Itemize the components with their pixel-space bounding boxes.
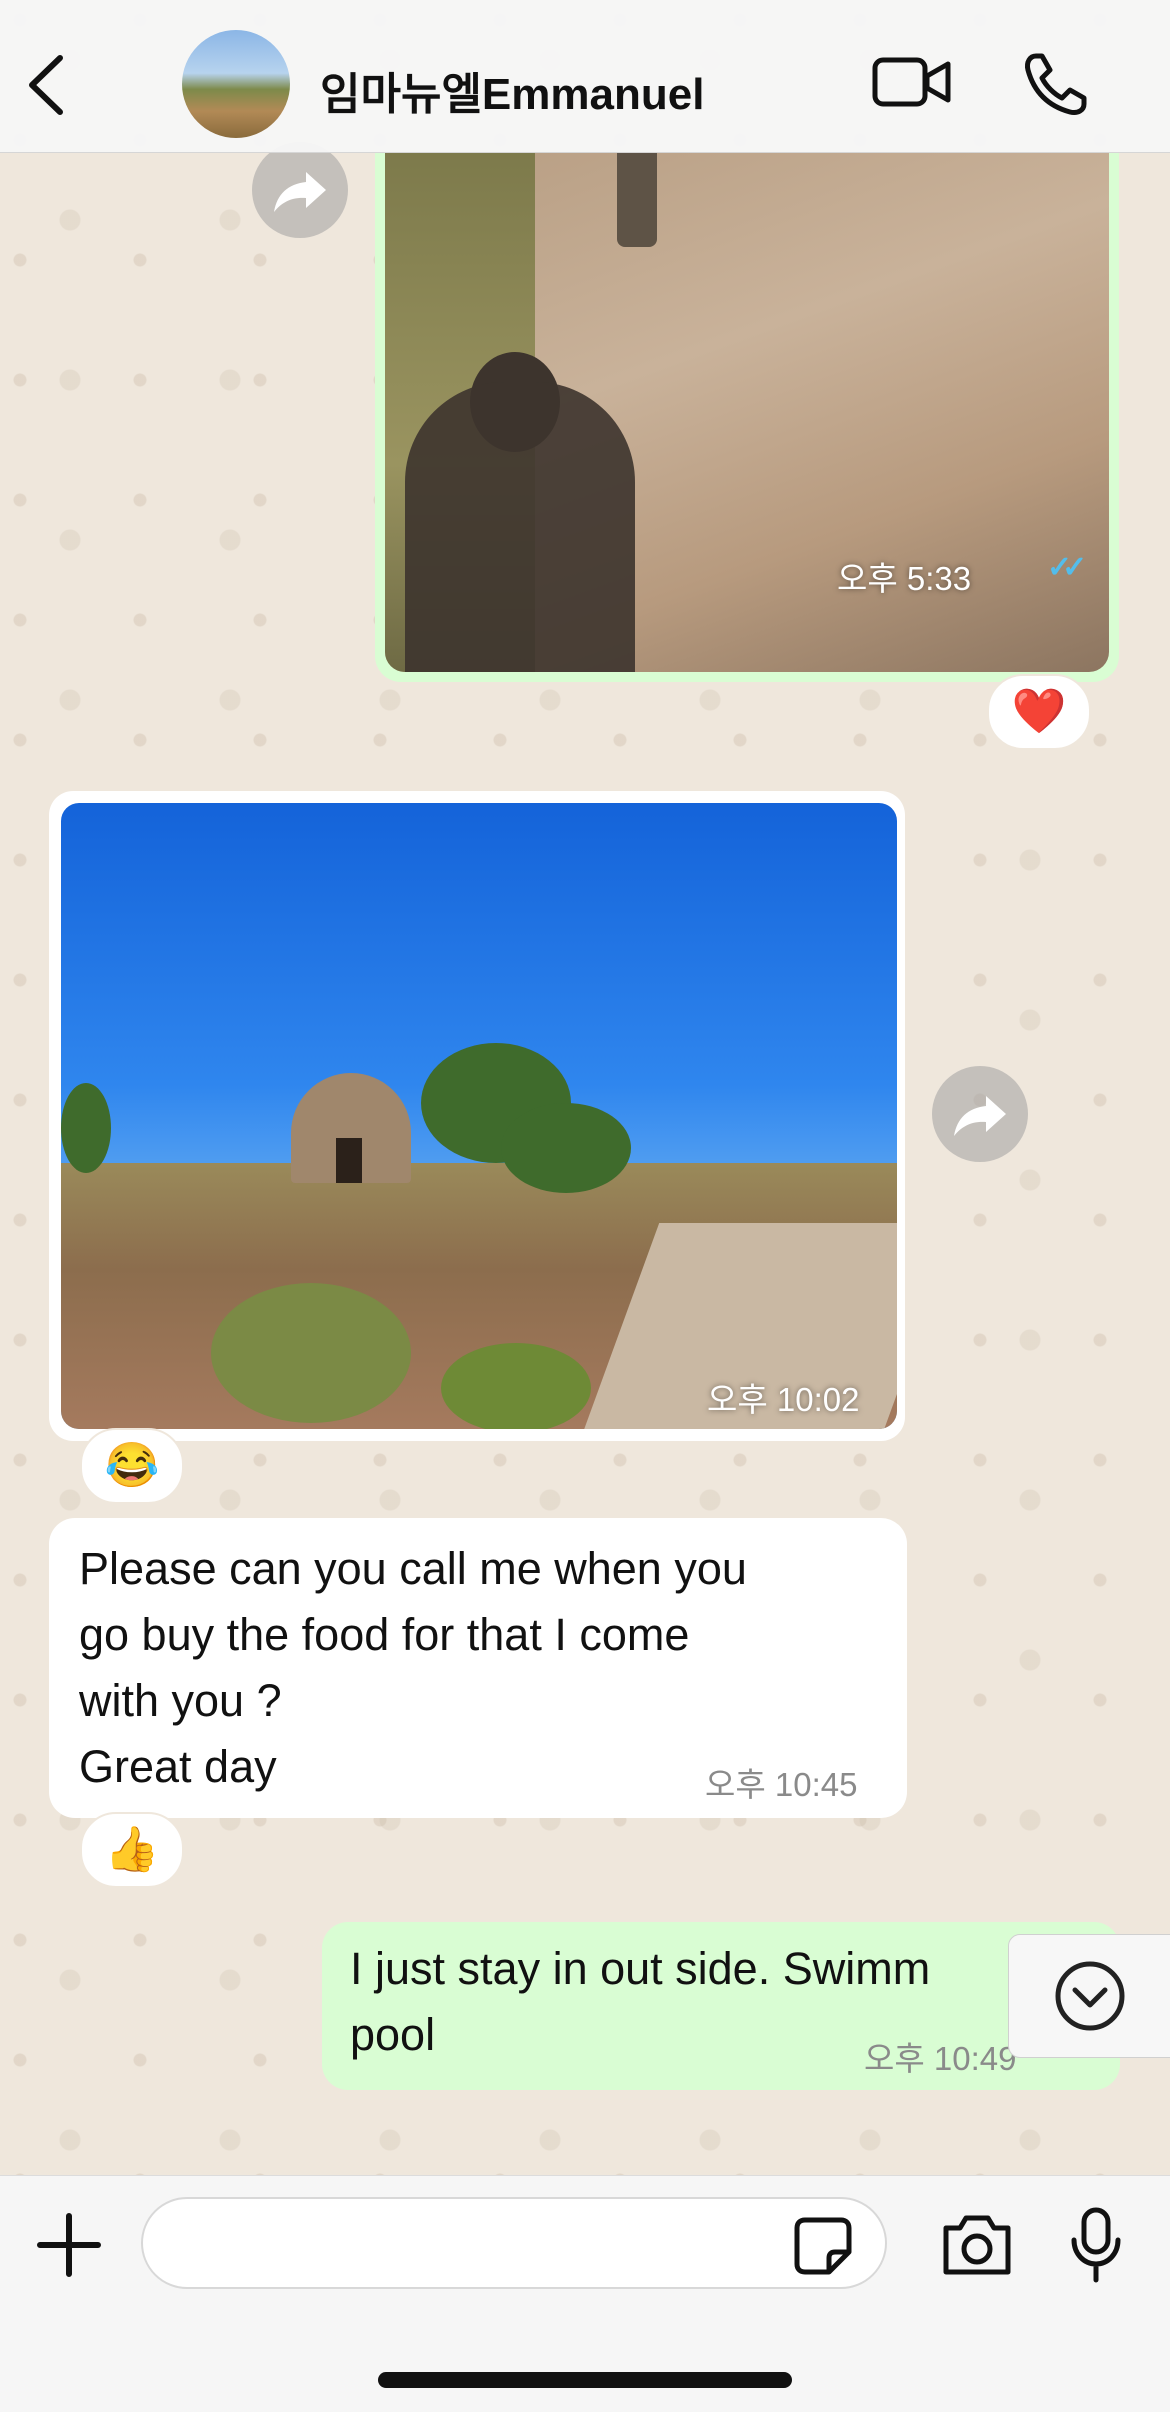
chevron-down-icon <box>1055 1961 1125 2031</box>
photo-dirt-road[interactable]: 오후 5:33 ✓✓ <box>385 152 1109 672</box>
outgoing-photo-message[interactable]: 오후 5:33 ✓✓ <box>375 152 1119 682</box>
message-composer <box>0 2175 1170 2412</box>
reaction-badge[interactable]: 👍 <box>80 1812 184 1888</box>
back-icon[interactable] <box>20 50 76 120</box>
home-indicator <box>378 2372 792 2388</box>
video-call-icon[interactable] <box>872 52 952 112</box>
phone-icon[interactable] <box>1022 50 1090 118</box>
message-time: 오후 5:33 <box>837 560 972 597</box>
message-input[interactable] <box>141 2197 887 2289</box>
chat-header: 임마뉴엘Emmanuel <box>0 0 1170 153</box>
forward-icon <box>274 172 326 212</box>
read-ticks-icon: ✓✓ <box>1047 551 1087 584</box>
sticker-icon[interactable] <box>793 2216 853 2276</box>
microphone-icon[interactable] <box>1068 2206 1124 2284</box>
contact-name[interactable]: 임마뉴엘Emmanuel <box>320 58 704 122</box>
incoming-text-message[interactable]: Please can you call me when you go buy t… <box>49 1518 907 1818</box>
plus-icon[interactable] <box>36 2212 102 2278</box>
outgoing-text-message[interactable]: I just stay in out side. Swimm pool 오후 1… <box>322 1922 1120 2090</box>
forward-icon <box>954 1096 1006 1136</box>
avatar[interactable] <box>182 30 290 138</box>
message-time: 오후 10:45 <box>705 1766 858 1803</box>
incoming-photo-message[interactable]: 오후 10:02 <box>49 791 905 1441</box>
message-time: 오후 10:02 <box>707 1381 860 1418</box>
reaction-badge[interactable]: 😂 <box>80 1428 184 1504</box>
camera-icon[interactable] <box>940 2212 1014 2278</box>
forward-button[interactable] <box>252 142 348 238</box>
forward-button[interactable] <box>932 1066 1028 1162</box>
photo-stone-hut[interactable]: 오후 10:02 <box>61 803 897 1429</box>
scroll-to-bottom-button[interactable] <box>1008 1934 1170 2058</box>
reaction-badge[interactable]: ❤️ <box>987 674 1091 750</box>
message-time: 오후 10:49 <box>864 2040 1017 2077</box>
